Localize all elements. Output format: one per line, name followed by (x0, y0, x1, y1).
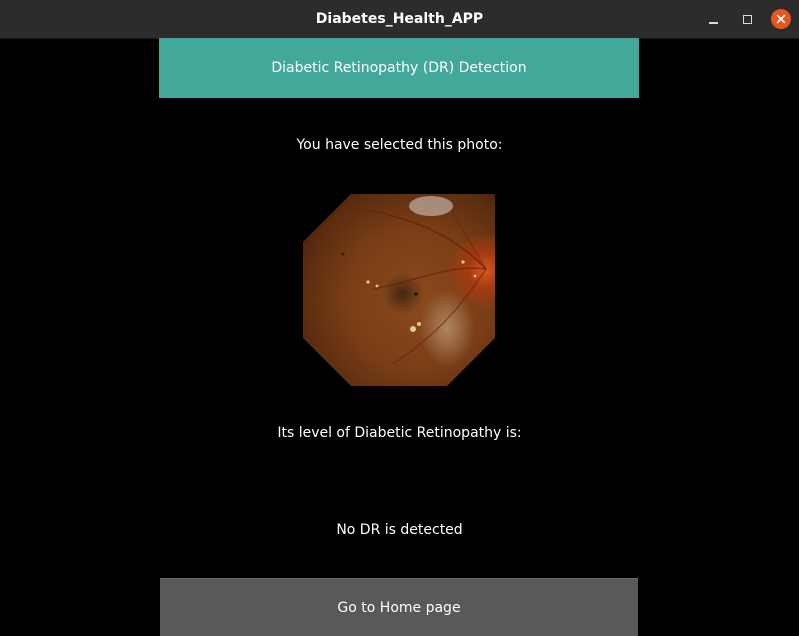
selected-photo-label: You have selected this photo: (296, 137, 503, 153)
go-home-button[interactable]: Go to Home page (160, 578, 638, 636)
window-title: Diabetes_Health_APP (315, 11, 484, 27)
close-button[interactable] (771, 9, 791, 29)
go-home-button-label: Go to Home page (337, 599, 461, 616)
page-header: Diabetic Retinopathy (DR) Detection (159, 38, 639, 98)
dr-level-label: Its level of Diabetic Retinopathy is: (277, 425, 522, 441)
window-titlebar[interactable]: Diabetes_Health_APP (0, 0, 799, 39)
dr-result-text: No DR is detected (336, 522, 463, 538)
retina-photo (303, 194, 495, 386)
maximize-button[interactable] (737, 9, 757, 29)
close-icon (776, 14, 786, 24)
maximize-icon (742, 14, 752, 24)
minimize-icon (708, 22, 718, 24)
minimize-button[interactable] (703, 9, 723, 29)
page-title: Diabetic Retinopathy (DR) Detection (271, 60, 527, 76)
